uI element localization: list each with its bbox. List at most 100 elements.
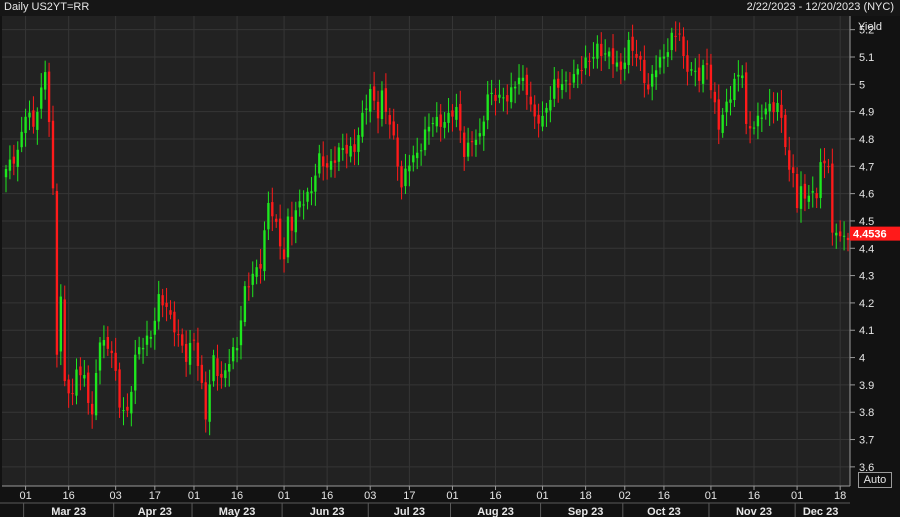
candle-body [388, 115, 391, 125]
candle-body [110, 350, 113, 354]
candle-body [733, 78, 736, 101]
candle-body [431, 123, 435, 125]
candle-body [831, 163, 834, 233]
candle-body [255, 267, 258, 277]
x-tick-label: 01 [791, 490, 803, 502]
y-tick-label: 5.1 [859, 52, 874, 64]
y-axis: 3.63.73.83.944.14.24.34.44.54.64.74.84.9… [849, 16, 874, 486]
candle-body [584, 57, 587, 69]
candle-body [466, 142, 470, 157]
candle-body [717, 99, 720, 130]
date-range-label: 2/22/2023 - 12/20/2023 (NYC) [746, 1, 894, 13]
candle-body [47, 71, 51, 123]
candle-body [600, 43, 603, 57]
candle-body [576, 68, 579, 75]
candle-body [647, 84, 650, 90]
x-tick-label: 16 [63, 490, 75, 502]
candle-body [776, 102, 779, 112]
candle-body [478, 133, 482, 137]
candle-body [181, 334, 184, 346]
candle-body [619, 61, 623, 70]
candle-body [592, 57, 595, 59]
x-month-label: Dec 23 [803, 506, 838, 517]
candle-body [122, 410, 125, 412]
candle-body [286, 216, 290, 258]
candle-body [564, 80, 568, 82]
y-tick-label: 4.5 [859, 216, 874, 228]
candle-body [98, 342, 102, 371]
x-month-label: Aug 23 [477, 506, 514, 517]
candle-body [416, 152, 419, 159]
candle-body [165, 302, 168, 307]
candle-body [572, 74, 576, 83]
y-axis-title: Yield [858, 21, 882, 33]
candle-body [243, 286, 247, 322]
candle-body [51, 120, 55, 189]
candle-body [271, 202, 274, 217]
candle-body [196, 342, 200, 366]
candle-body [611, 48, 615, 65]
candle-body [517, 77, 521, 85]
candle-body [63, 299, 66, 382]
candle-body [302, 204, 305, 206]
candle-body [705, 63, 709, 65]
candle-body [549, 99, 552, 111]
candle-body [780, 104, 783, 118]
candle-body [756, 115, 760, 127]
y-tick-label: 3.9 [859, 380, 874, 392]
candle-body [560, 84, 564, 90]
candle-body [329, 161, 333, 170]
candle-body [337, 147, 341, 162]
x-tick-label: 01 [278, 490, 290, 502]
candle-body [737, 74, 740, 77]
candle-body [32, 110, 35, 127]
candle-body [220, 373, 223, 378]
candle-body [427, 126, 431, 132]
candle-body [275, 218, 278, 222]
candle-body [169, 310, 172, 315]
candle-body [768, 103, 771, 112]
y-tick-label: 4.4 [859, 243, 874, 255]
candle-body [494, 94, 497, 101]
last-value-label: 4.4536 [853, 229, 887, 241]
candle-body [278, 218, 282, 247]
candle-body [126, 406, 129, 411]
candle-body [212, 355, 215, 382]
candle-body [799, 186, 803, 209]
candle-body [145, 335, 149, 345]
chart-title: Daily US2YT=RR [4, 1, 90, 13]
candle-body [470, 141, 474, 143]
candle-body [372, 86, 376, 101]
candle-body [439, 114, 442, 127]
candle-body [651, 73, 654, 87]
x-tick-label: 18 [579, 490, 591, 502]
candle-body [28, 112, 31, 118]
x-tick-label: 01 [446, 490, 458, 502]
candle-body [674, 35, 677, 37]
candle-body [59, 296, 63, 352]
x-month-label: Jun 23 [310, 506, 345, 517]
y-tick-label: 3.8 [859, 407, 874, 419]
candle-body [662, 56, 666, 59]
candle-body [71, 393, 74, 395]
candle-body [75, 369, 78, 396]
x-tick-label: 17 [403, 490, 415, 502]
x-tick-label: 01 [188, 490, 200, 502]
candlestick-chart: 3.63.73.83.944.14.24.34.44.54.64.74.84.9… [0, 16, 900, 517]
x-tick-label: 16 [489, 490, 501, 502]
candle-body [314, 175, 317, 192]
candle-body [615, 62, 619, 67]
y-tick-label: 4.1 [859, 325, 874, 337]
candle-body [267, 202, 270, 230]
candle-body [666, 52, 670, 57]
candle-body [141, 347, 145, 350]
auto-scale-button[interactable]: Auto [858, 472, 892, 488]
candle-body [228, 364, 231, 372]
x-tick-label: 16 [748, 490, 760, 502]
candle-body [318, 153, 321, 174]
candle-body [451, 110, 454, 117]
candle-body [678, 33, 681, 35]
candle-body [106, 336, 109, 349]
x-tick-label: 01 [705, 490, 717, 502]
candle-body [153, 320, 156, 335]
